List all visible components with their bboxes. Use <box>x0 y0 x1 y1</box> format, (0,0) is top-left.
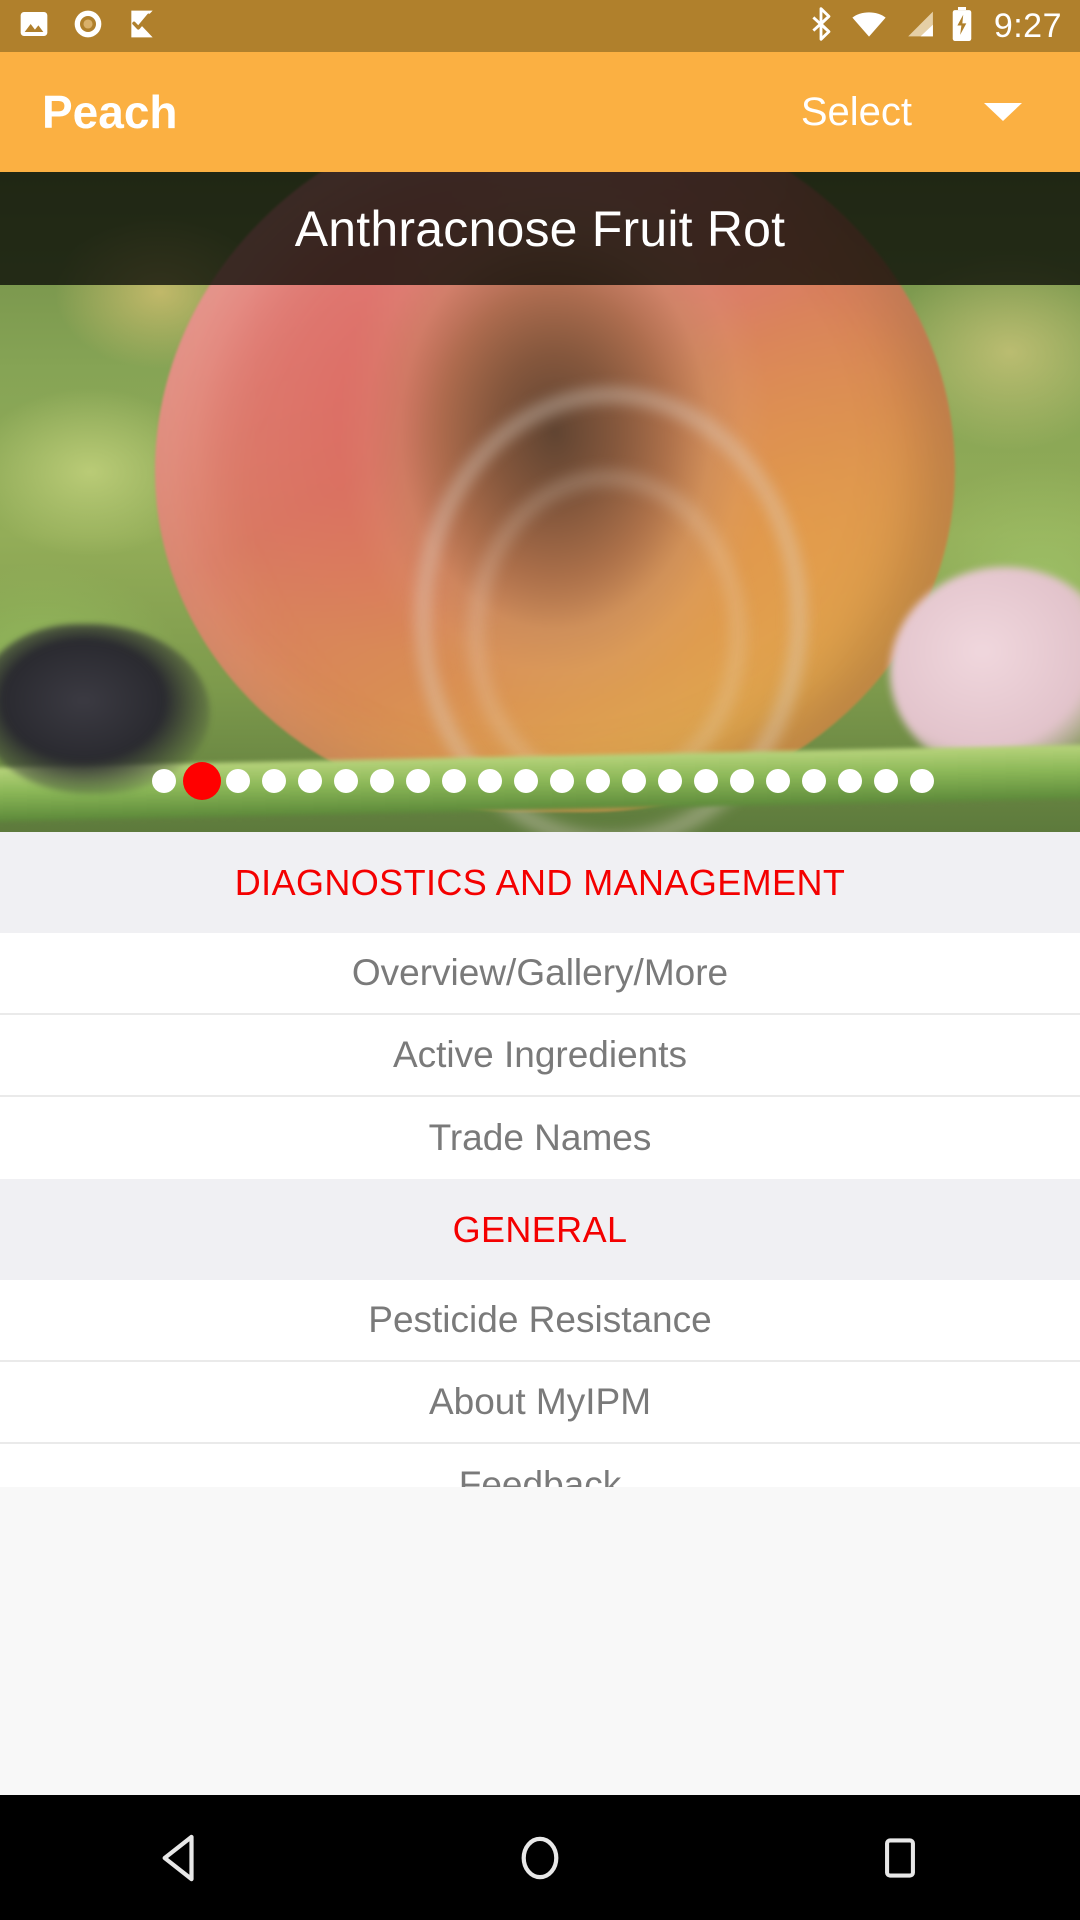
image-icon <box>18 8 50 45</box>
carousel-page-indicator[interactable] <box>0 762 1080 800</box>
carousel-dot[interactable] <box>442 769 466 793</box>
app-bar: Peach Select <box>0 52 1080 172</box>
carousel-dot[interactable] <box>874 769 898 793</box>
menu-item[interactable]: Trade Names <box>0 1097 1080 1179</box>
carousel-dot[interactable] <box>152 769 176 793</box>
battery-charging-icon <box>950 6 974 46</box>
carousel-dot[interactable] <box>910 769 934 793</box>
disease-image-carousel[interactable]: Anthracnose Fruit Rot <box>0 172 1080 832</box>
disease-title-band: Anthracnose Fruit Rot <box>0 172 1080 285</box>
menu-item[interactable]: Active Ingredients <box>0 1015 1080 1097</box>
list-empty-area <box>0 1487 1080 1795</box>
lesion-ring-inner <box>470 472 744 796</box>
square-icon <box>885 1837 915 1878</box>
status-bar-clock: 9:27 <box>993 7 1062 45</box>
carousel-dot[interactable] <box>550 769 574 793</box>
recents-button[interactable] <box>810 1795 990 1920</box>
carousel-dot[interactable] <box>802 769 826 793</box>
carousel-dot[interactable] <box>766 769 790 793</box>
menu-item[interactable]: About MyIPM <box>0 1362 1080 1444</box>
carousel-dot[interactable] <box>514 769 538 793</box>
carousel-dot[interactable] <box>262 769 286 793</box>
checkmark-flag-icon <box>126 8 158 45</box>
carousel-dot[interactable] <box>370 769 394 793</box>
carousel-dot-active[interactable] <box>183 762 221 800</box>
status-bar-left-icons <box>18 8 158 45</box>
status-bar: 9:27 <box>0 0 1080 52</box>
crop-select-button[interactable]: Select <box>801 90 912 135</box>
cellular-signal-icon <box>902 9 936 44</box>
carousel-dot[interactable] <box>334 769 358 793</box>
record-disc-icon <box>72 8 104 45</box>
carousel-dot[interactable] <box>478 769 502 793</box>
carousel-dot[interactable] <box>838 769 862 793</box>
menu-list: DIAGNOSTICS AND MANAGEMENT Overview/Galle… <box>0 832 1080 1526</box>
section-header: GENERAL <box>0 1179 1080 1280</box>
back-button[interactable] <box>90 1795 270 1920</box>
status-bar-right-icons: 9:27 <box>806 6 1062 46</box>
carousel-dot[interactable] <box>226 769 250 793</box>
section-header: DIAGNOSTICS AND MANAGEMENT <box>0 832 1080 933</box>
chevron-down-icon[interactable] <box>984 103 1022 121</box>
carousel-dot[interactable] <box>298 769 322 793</box>
phone-screen: 9:27 Peach Select Anthracnose Fruit Rot … <box>0 0 1080 1920</box>
wifi-icon <box>850 9 888 44</box>
triangle-left-icon <box>162 1834 194 1881</box>
carousel-dot[interactable] <box>694 769 718 793</box>
menu-item[interactable]: Overview/Gallery/More <box>0 933 1080 1015</box>
home-button[interactable] <box>450 1795 630 1920</box>
circle-icon <box>521 1836 559 1879</box>
carousel-dot[interactable] <box>406 769 430 793</box>
carousel-dot[interactable] <box>730 769 754 793</box>
carousel-dot[interactable] <box>586 769 610 793</box>
carousel-dot[interactable] <box>622 769 646 793</box>
bluetooth-icon <box>806 6 836 46</box>
android-navigation-bar <box>0 1795 1080 1920</box>
app-title: Peach <box>42 86 178 138</box>
menu-item[interactable]: Pesticide Resistance <box>0 1280 1080 1362</box>
disease-title: Anthracnose Fruit Rot <box>294 200 786 257</box>
carousel-dot[interactable] <box>658 769 682 793</box>
